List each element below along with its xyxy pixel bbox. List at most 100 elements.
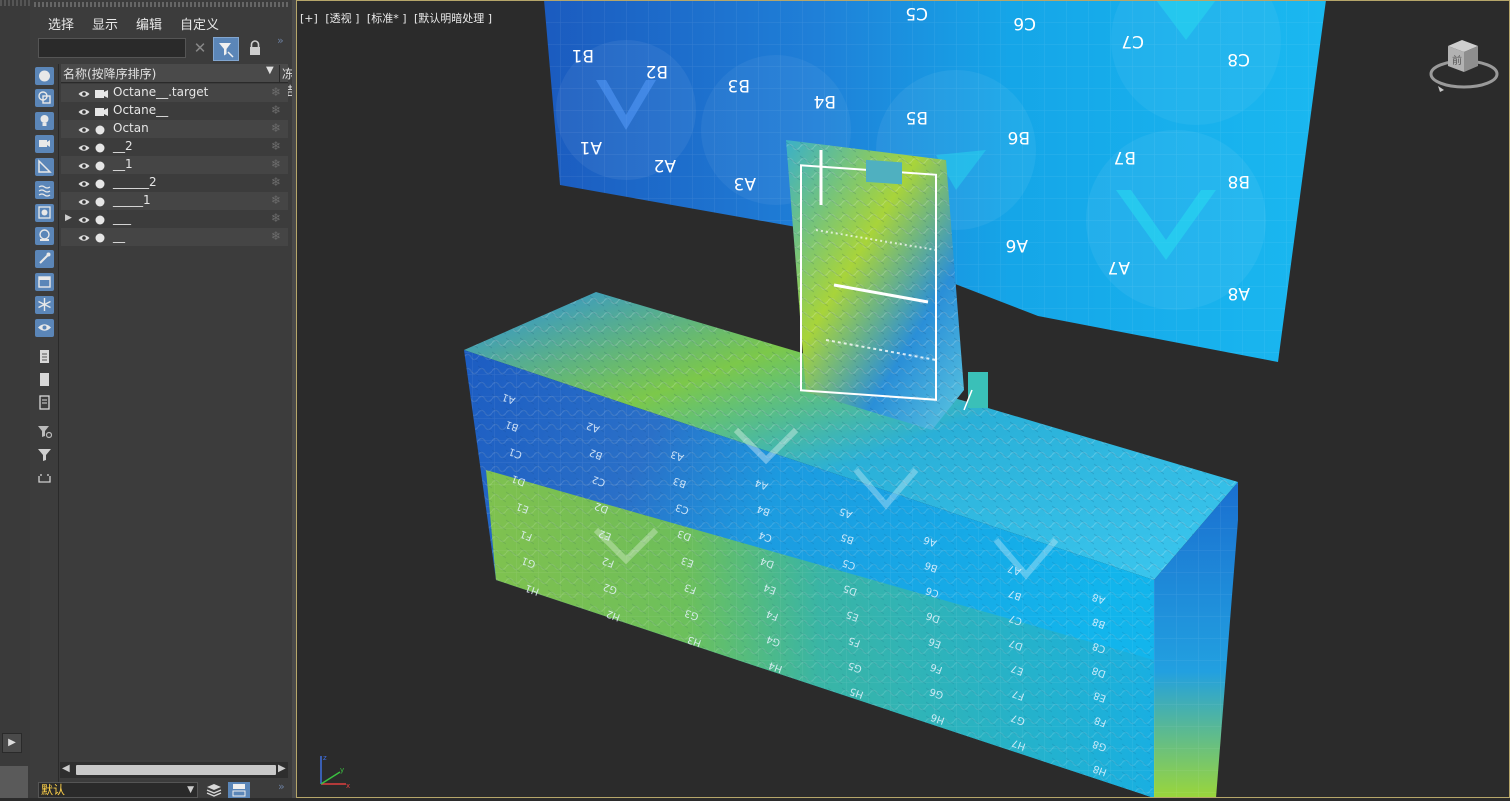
freeze-snowflake-icon[interactable]: ❄ [271, 139, 281, 153]
visibility-eye-icon[interactable] [78, 232, 90, 242]
viewport-label: [+] [透视 ] [标准* ] [默认明暗处理 ] [300, 10, 496, 26]
display-cameras-button[interactable] [35, 135, 54, 153]
visibility-eye-icon[interactable] [78, 178, 90, 188]
menu-display[interactable]: 显示 [92, 14, 118, 33]
wall-label-b7: B7 [1114, 147, 1136, 167]
visibility-eye-icon[interactable] [78, 196, 90, 206]
search-input[interactable] [38, 38, 186, 58]
display-none-button[interactable] [35, 371, 54, 389]
display-bones-button[interactable] [35, 250, 54, 268]
filter-button[interactable] [35, 446, 54, 464]
group-icon [38, 206, 51, 219]
list-item[interactable]: ______2 ❄ [61, 174, 288, 192]
visibility-eye-icon[interactable] [78, 160, 90, 170]
expand-triangle-icon[interactable]: ▶ [65, 213, 72, 223]
invert-list-icon [39, 395, 50, 410]
display-lights-button[interactable] [35, 112, 54, 130]
wall-label-c8: C8 [1227, 49, 1250, 69]
bracket-box-icon [38, 474, 51, 483]
visibility-eye-icon[interactable] [78, 142, 90, 152]
viewport-scene: C5 C6 C7 C8 B1 B2 B3 B4 B5 B6 B7 B8 A1 A… [464, 0, 1326, 798]
scroll-thumb[interactable] [76, 765, 276, 775]
visibility-eye-icon[interactable] [78, 124, 90, 134]
freeze-snowflake-icon[interactable]: ❄ [271, 211, 281, 225]
wall-label-a7: A7 [1108, 257, 1130, 277]
display-containers-button[interactable] [35, 273, 54, 291]
horizontal-scrollbar[interactable]: ◀ ▶ [60, 762, 288, 778]
display-helpers-button[interactable] [35, 158, 54, 176]
explorer-grip[interactable] [34, 2, 288, 7]
viewport-menu-plus[interactable]: [+] [300, 12, 318, 25]
display-frozen-button[interactable] [35, 296, 54, 314]
viewport-view-type[interactable]: [透视 ] [325, 12, 359, 25]
list-item[interactable]: Octane__ ❄ [61, 102, 288, 120]
freeze-snowflake-icon[interactable]: ❄ [271, 85, 281, 99]
freeze-snowflake-icon[interactable]: ❄ [271, 121, 281, 135]
layers-icon [206, 784, 222, 797]
axis-tripod: z x y [316, 752, 356, 792]
display-groups-button[interactable] [35, 204, 54, 222]
object-label: Octane__.target [113, 85, 209, 99]
display-hidden-button[interactable] [35, 319, 54, 337]
display-spacewarps-button[interactable] [35, 181, 54, 199]
panel-grip[interactable] [0, 0, 30, 6]
viewcube[interactable]: 前 [1426, 32, 1506, 98]
scroll-left-icon[interactable]: ◀ [62, 763, 70, 774]
wall-label-b8: B8 [1228, 171, 1250, 191]
more-options-icon[interactable]: » [278, 780, 285, 793]
wall-label-c5: C5 [905, 3, 928, 23]
tape-helper-icon [38, 159, 52, 173]
viewport-render-mode[interactable]: [标准* ] [367, 12, 407, 25]
sort-descending-icon[interactable]: ▼ [266, 65, 274, 76]
viewcube-face-label: 前 [1452, 54, 1462, 67]
freeze-snowflake-icon[interactable]: ❄ [271, 103, 281, 117]
list-item[interactable]: __1 ❄ [61, 156, 288, 174]
visibility-eye-icon[interactable] [78, 106, 90, 116]
freeze-snowflake-icon[interactable]: ❄ [271, 193, 281, 207]
lock-icon[interactable] [248, 40, 262, 56]
camera-icon [95, 106, 109, 120]
geometry-sphere-icon [95, 142, 105, 156]
freeze-snowflake-icon[interactable]: ❄ [271, 175, 281, 189]
wall-label-a1: A1 [580, 137, 602, 157]
list-item[interactable]: __2 ❄ [61, 138, 288, 156]
layer-dropdown[interactable]: 默认 ▼ [38, 782, 198, 798]
filter-options-button[interactable] [35, 423, 54, 441]
wall-label-a8: A8 [1228, 283, 1250, 303]
geometry-sphere-icon [95, 196, 105, 210]
xref-icon [39, 229, 50, 241]
list-item[interactable]: __ ❄ [61, 228, 288, 246]
invert-display-button[interactable] [35, 394, 54, 412]
hierarchy-explorer-button[interactable] [228, 782, 250, 798]
container-toggle-button[interactable] [35, 469, 54, 487]
svg-text:y: y [340, 766, 344, 774]
display-xrefs-button[interactable] [35, 227, 54, 245]
eye-icon [38, 324, 51, 331]
filter-toolbar [30, 64, 59, 798]
menu-select[interactable]: 选择 [48, 14, 74, 33]
clear-search-icon[interactable]: ✕ [192, 38, 208, 58]
display-shapes-button[interactable] [35, 89, 54, 107]
column-name[interactable]: 名称(按降序排序) [63, 65, 156, 82]
scroll-right-icon[interactable]: ▶ [278, 763, 286, 774]
list-item[interactable]: ▶ ___ ❄ [61, 210, 288, 228]
list-item[interactable]: _____1 ❄ [61, 192, 288, 210]
list-item[interactable]: Octane__.target ❄ [61, 84, 288, 102]
bone-icon [39, 252, 51, 264]
expand-arrow-button[interactable]: ▶ [2, 733, 22, 753]
display-geometry-button[interactable] [35, 67, 54, 85]
visibility-eye-icon[interactable] [78, 214, 90, 224]
perspective-viewport[interactable]: C5 C6 C7 C8 B1 B2 B3 B4 B5 B6 B7 B8 A1 A… [296, 0, 1510, 798]
menu-customize[interactable]: 自定义 [180, 14, 219, 33]
filter-toggle-button[interactable] [213, 37, 239, 61]
freeze-snowflake-icon[interactable]: ❄ [271, 229, 281, 243]
display-all-button[interactable] [35, 348, 54, 366]
visibility-eye-icon[interactable] [78, 88, 90, 98]
layer-explorer-button[interactable] [204, 782, 224, 798]
freeze-snowflake-icon[interactable]: ❄ [271, 157, 281, 171]
wall-label-b1: B1 [572, 45, 594, 65]
more-options-icon[interactable]: » [277, 34, 284, 47]
menu-edit[interactable]: 编辑 [136, 14, 162, 33]
viewport-shading-mode[interactable]: [默认明暗处理 ] [414, 12, 492, 25]
list-item[interactable]: Octan ❄ [61, 120, 288, 138]
